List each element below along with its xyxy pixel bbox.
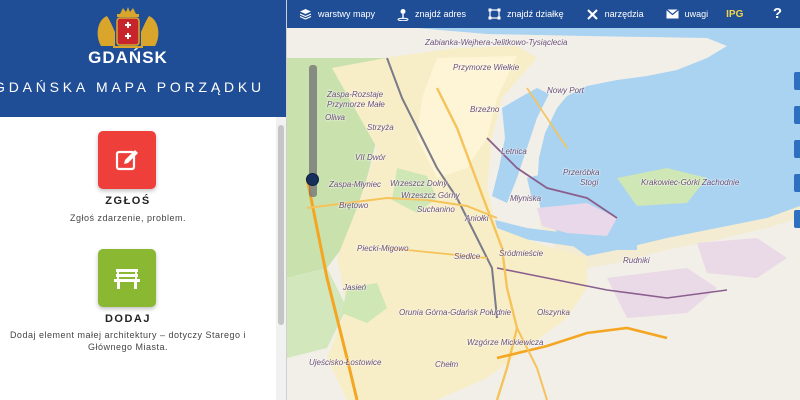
layers-icon: [299, 9, 312, 20]
map-label: Orunia Górna-Gdańsk Południe: [399, 308, 512, 317]
map-label: VII Dwór: [355, 153, 386, 162]
add-element-description-line1: Dodaj element małej architektury – dotyc…: [9, 330, 247, 340]
map-label: Wrzeszcz Górny: [401, 191, 460, 200]
report-button[interactable]: [98, 131, 156, 189]
map-label: Suchanino: [417, 205, 455, 214]
map-label: Krakowiec-Górki Zachodnie: [641, 178, 740, 187]
help-button[interactable]: ?: [773, 5, 782, 22]
plot-icon: [488, 8, 501, 20]
map-label: Młyniska: [510, 194, 542, 203]
notes-label: uwagi: [684, 9, 709, 19]
map-label: Ujeścisko-Łostowice: [309, 358, 382, 367]
map-label: Przymorze Małe: [327, 100, 385, 109]
map-label: Jasień: [343, 283, 367, 292]
sidebar-header: GDAŃSK GDAŃSKA MAPA PORZĄDKU: [0, 0, 286, 117]
find-address-label: znajdź adres: [415, 9, 467, 19]
tools-button[interactable]: narzędzia: [586, 0, 644, 28]
map-canvas[interactable]: [287, 28, 800, 400]
sidebar-scroll-thumb[interactable]: [278, 125, 284, 325]
edit-icon: [115, 150, 138, 171]
map-label: Siedlce: [454, 252, 481, 261]
add-element-description: Dodaj element małej architektury – dotyc…: [0, 329, 268, 353]
map-label: Brętowo: [339, 201, 369, 210]
report-description: Zgłoś zdarzenie, problem.: [69, 213, 187, 223]
map-side-tab-5[interactable]: [794, 210, 800, 228]
map-label: Stogi: [580, 178, 599, 187]
map-view[interactable]: Zaspa-Rozstaje Przymorze Małe Oliwa Strz…: [287, 28, 800, 400]
map-toolbar: warstwy mapy znajdź adres znajdź działkę…: [287, 0, 800, 28]
map-label: Brzeźno: [470, 105, 500, 114]
map-label: Wzgórze Mickiewicza: [467, 338, 544, 347]
sidebar-scrollbar[interactable]: [276, 117, 286, 400]
notes-button[interactable]: uwagi: [665, 0, 709, 28]
find-plot-button[interactable]: znajdź działkę: [488, 0, 564, 28]
add-element-label[interactable]: DODAJ: [0, 313, 256, 325]
envelope-icon: [665, 9, 679, 19]
pin-icon: [397, 8, 409, 21]
map-side-tab-1[interactable]: [794, 72, 800, 90]
map-label: Strzyża: [367, 123, 394, 132]
zoom-slider-handle[interactable]: [306, 173, 319, 186]
map-label: Śródmieście: [499, 249, 544, 258]
map-label: Zabianka-Wejhera-Jelitkowo-Tysiąclecia: [425, 38, 568, 47]
map-label: Rudniki: [623, 256, 650, 265]
map-label: Aniołki: [465, 214, 489, 223]
report-label[interactable]: ZGŁOŚ: [0, 195, 256, 207]
tools-icon: [586, 8, 598, 20]
map-side-tab-4[interactable]: [794, 174, 800, 192]
map-label: Przymorze Wielkie: [453, 63, 520, 72]
map-side-tab-3[interactable]: [794, 140, 800, 158]
layers-button[interactable]: warstwy mapy: [299, 0, 375, 28]
sidebar: GDAŃSK GDAŃSKA MAPA PORZĄDKU ZGŁOŚ Zgłoś…: [0, 0, 287, 400]
tools-label: narzędzia: [604, 9, 644, 19]
city-name: GDAŃSK: [88, 48, 168, 67]
map-label: Chełm: [435, 360, 459, 369]
add-element-description-line2: Głównego Miasta.: [87, 342, 169, 352]
map-side-tab-2[interactable]: [794, 106, 800, 124]
layers-label: warstwy mapy: [318, 9, 376, 19]
ipg-label: IPG: [726, 8, 744, 20]
map-label: Przeróbka: [563, 168, 600, 177]
map-label: Oliwa: [325, 113, 346, 122]
find-address-button[interactable]: znajdź adres: [397, 0, 466, 28]
bench-icon: [114, 269, 140, 289]
map-label: Nowy Port: [547, 86, 584, 95]
map-label: Olszynka: [537, 308, 570, 317]
map-label: Piecki-Migowo: [357, 244, 409, 253]
ipg-button[interactable]: IPG: [726, 0, 743, 28]
map-label: Wrzeszcz Dolny: [390, 179, 448, 188]
app-subtitle: GDAŃSKA MAPA PORZĄDKU: [0, 79, 265, 95]
map-label: Zaspa-Młyniec: [329, 180, 382, 189]
add-element-button[interactable]: [98, 249, 156, 307]
gdansk-crest-logo: [97, 7, 159, 48]
map-label: Letnica: [501, 147, 527, 156]
find-plot-label: znajdź działkę: [507, 9, 564, 19]
map-label: Zaspa-Rozstaje: [327, 90, 384, 99]
